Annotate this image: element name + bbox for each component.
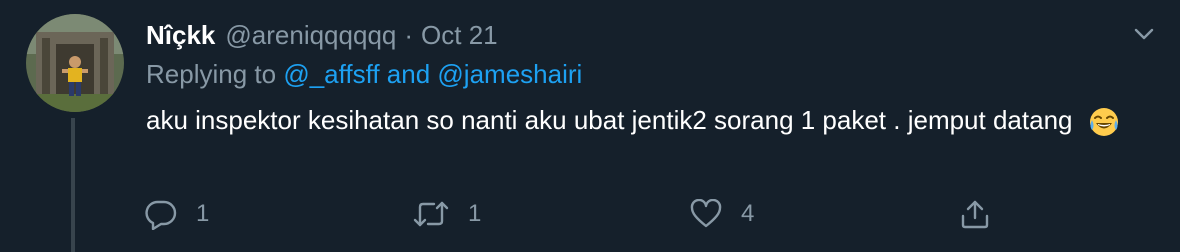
tweet-date[interactable]: Oct 21 <box>421 20 498 51</box>
share-icon <box>959 198 991 230</box>
tweet-body: aku inspektor kesihatan so nanti aku uba… <box>146 102 1146 139</box>
replying-to-label: Replying to <box>146 59 277 89</box>
thread-line <box>71 118 75 252</box>
tweet-actions: 1 1 4 <box>144 196 1164 232</box>
like-button[interactable]: 4 <box>689 196 754 232</box>
replying-to-line: Replying to @_affsff and @jameshairi <box>146 59 582 90</box>
retweet-icon <box>412 199 450 229</box>
reply-button[interactable]: 1 <box>144 196 209 232</box>
author-name[interactable]: Nîçkk <box>146 20 215 51</box>
separator-dot: · <box>404 19 414 50</box>
tweet-header: Nîçkk @areniqqqqqq · Oct 21 <box>146 17 498 53</box>
chevron-down-icon[interactable] <box>1130 22 1158 46</box>
retweet-button[interactable]: 1 <box>412 196 481 232</box>
reply-count: 1 <box>196 200 210 227</box>
avatar[interactable] <box>26 14 124 112</box>
heart-icon <box>689 199 723 229</box>
tweet-text: aku inspektor kesihatan so nanti aku uba… <box>146 105 1073 135</box>
reply-icon <box>144 198 178 230</box>
share-button[interactable] <box>959 196 991 232</box>
like-count: 4 <box>741 200 755 227</box>
tweet[interactable]: Nîçkk @areniqqqqqq · Oct 21 Replying to … <box>0 0 1180 252</box>
replying-to-mentions[interactable]: @_affsff and @jameshairi <box>283 59 582 89</box>
author-handle[interactable]: @areniqqqqqq <box>225 20 396 51</box>
face-with-tears-of-joy-icon <box>1088 106 1120 138</box>
retweet-count: 1 <box>468 200 482 227</box>
